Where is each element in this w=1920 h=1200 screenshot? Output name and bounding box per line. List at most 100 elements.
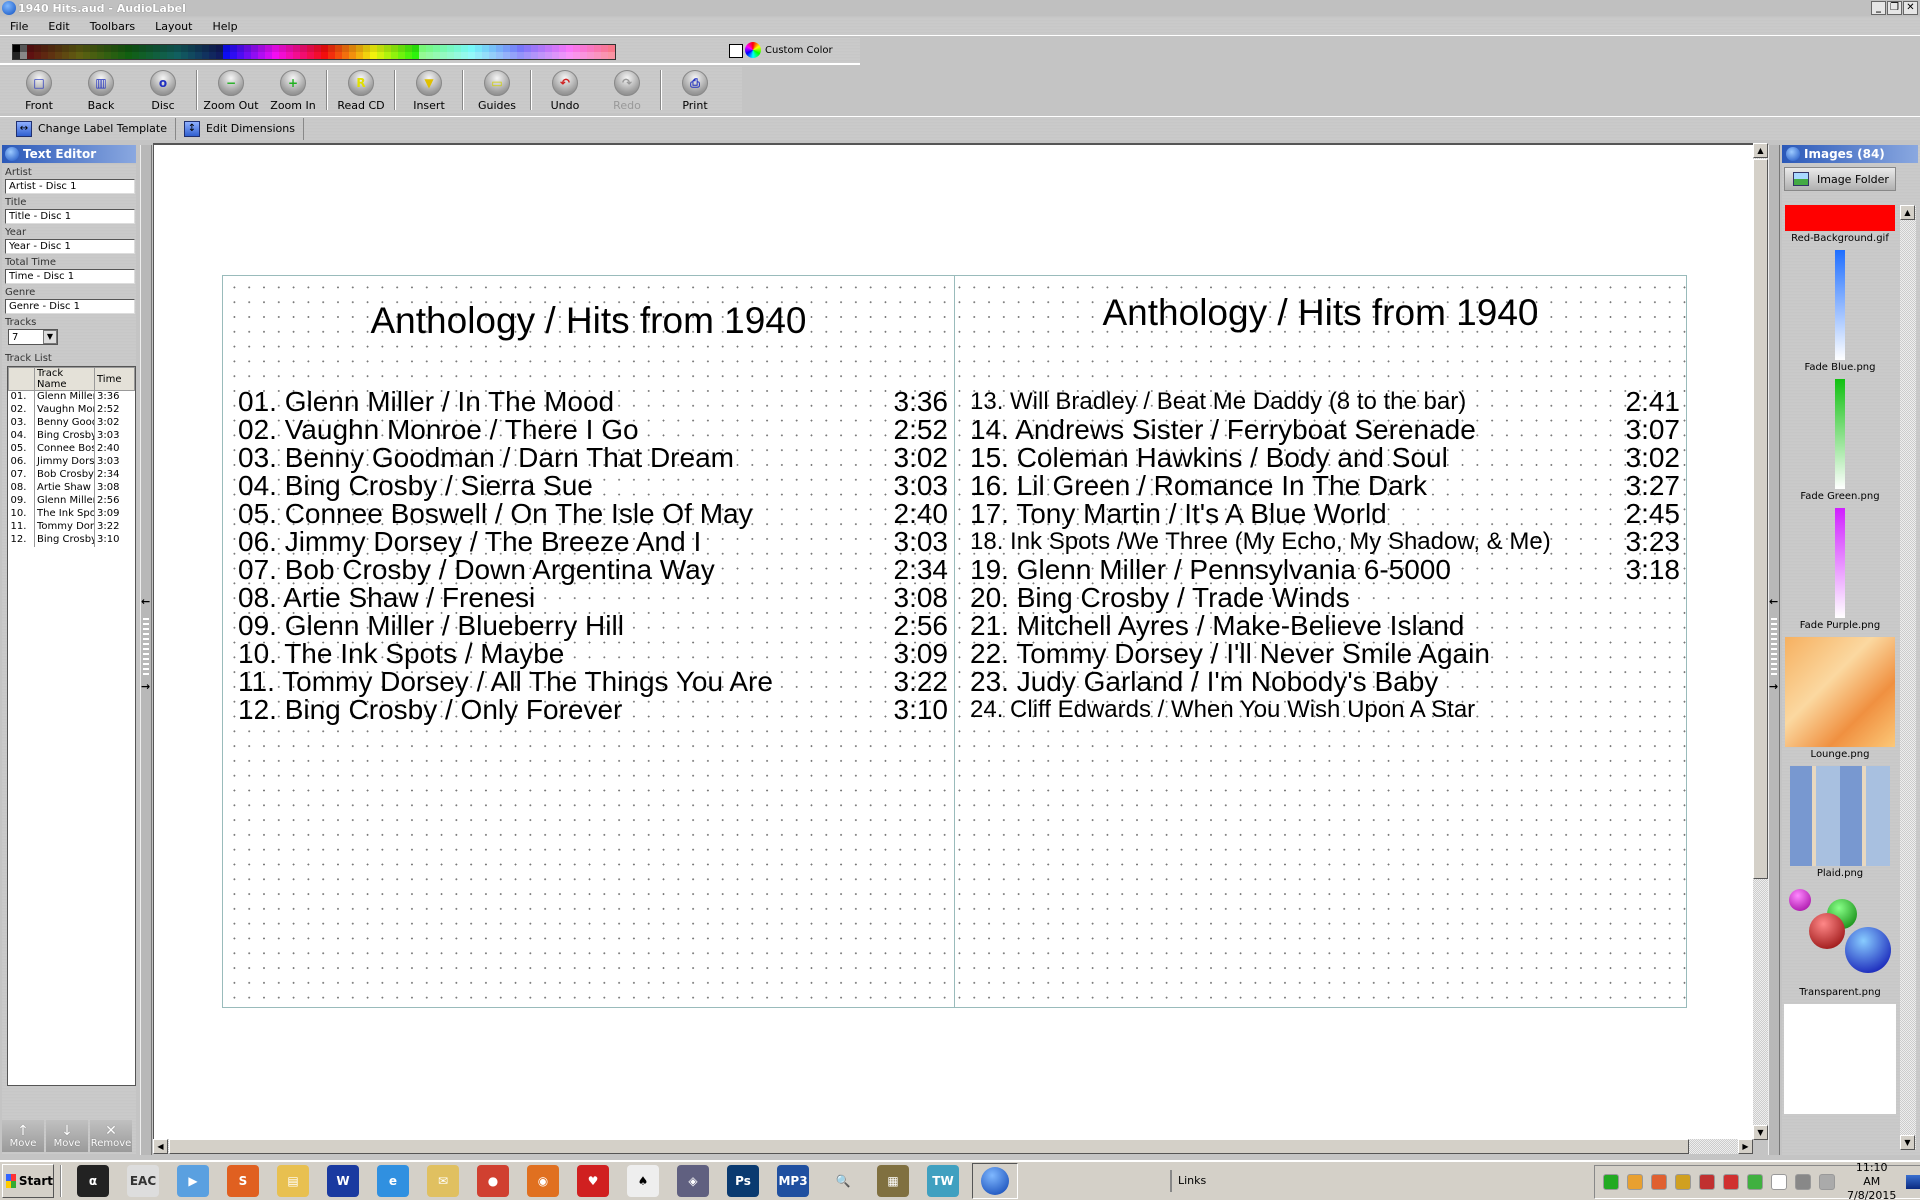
color-swatch[interactable] <box>202 52 209 59</box>
color-swatch[interactable] <box>223 45 230 52</box>
remove-button[interactable]: ✕ Remove <box>90 1120 132 1152</box>
color-swatch[interactable] <box>608 45 615 52</box>
color-swatch[interactable] <box>125 52 132 59</box>
color-swatch[interactable] <box>209 52 216 59</box>
color-swatch[interactable] <box>300 45 307 52</box>
column-header-time[interactable]: Time <box>94 367 135 391</box>
color-swatch[interactable] <box>356 45 363 52</box>
label-left-panel[interactable]: Anthology / Hits from 1940 01. Glenn Mil… <box>223 276 954 1007</box>
color-swatch[interactable] <box>489 45 496 52</box>
color-swatch[interactable] <box>237 45 244 52</box>
mp3-wav-icon[interactable]: MP3 <box>777 1165 809 1197</box>
horizontal-scrollbar[interactable]: ◀ ▶ <box>153 1139 1753 1154</box>
color-swatch[interactable] <box>531 45 538 52</box>
cd-label-back[interactable]: Anthology / Hits from 1940 01. Glenn Mil… <box>222 275 1687 1008</box>
color-swatch[interactable] <box>608 52 615 59</box>
label-track-line[interactable]: 12. Bing Crosby / Only Forever 3:10 <box>238 693 948 727</box>
undo-button[interactable]: ↶ Undo <box>534 67 596 113</box>
title-input[interactable]: Title - Disc 1 <box>5 209 135 224</box>
color-swatch[interactable] <box>118 52 125 59</box>
color-swatch[interactable] <box>314 52 321 59</box>
zoom-out-button[interactable]: − Zoom Out <box>200 67 262 113</box>
color-swatch[interactable] <box>27 52 34 59</box>
zoom-in-button[interactable]: + Zoom In <box>262 67 324 113</box>
start-button[interactable]: Start <box>2 1164 54 1198</box>
color-swatch[interactable] <box>356 52 363 59</box>
image-item-fade-green[interactable]: Fade Green.png <box>1784 379 1896 508</box>
color-swatch[interactable] <box>475 52 482 59</box>
color-swatch[interactable] <box>321 45 328 52</box>
color-swatch[interactable] <box>503 52 510 59</box>
fox-icon[interactable] <box>1723 1174 1739 1190</box>
color-swatch[interactable] <box>342 45 349 52</box>
guides-button[interactable]: ▭ Guides <box>466 67 528 113</box>
color-swatch[interactable] <box>55 45 62 52</box>
color-swatch[interactable] <box>496 52 503 59</box>
color-swatch[interactable] <box>90 52 97 59</box>
color-swatch[interactable] <box>440 52 447 59</box>
arrow-right-icon[interactable]: → <box>141 680 150 693</box>
color-swatch[interactable] <box>286 45 293 52</box>
color-swatch[interactable] <box>335 52 342 59</box>
media-player-icon[interactable]: ▶ <box>177 1165 209 1197</box>
color-swatch[interactable] <box>48 45 55 52</box>
color-swatch[interactable] <box>321 52 328 59</box>
color-swatch[interactable] <box>167 45 174 52</box>
color-swatch[interactable] <box>132 52 139 59</box>
color-swatch[interactable] <box>251 52 258 59</box>
color-swatch[interactable] <box>419 45 426 52</box>
house-x-icon[interactable] <box>1699 1174 1715 1190</box>
color-swatch[interactable] <box>146 45 153 52</box>
custom-color-button[interactable]: Custom Color <box>729 42 833 58</box>
color-swatch[interactable] <box>34 45 41 52</box>
label-title-left[interactable]: Anthology / Hits from 1940 <box>223 300 954 342</box>
color-swatch[interactable] <box>300 52 307 59</box>
color-swatch[interactable] <box>195 45 202 52</box>
column-header-number[interactable] <box>8 367 35 391</box>
color-swatch[interactable] <box>538 45 545 52</box>
color-swatch[interactable] <box>216 45 223 52</box>
label-canvas[interactable]: Anthology / Hits from 1940 01. Glenn Mil… <box>153 143 1753 1143</box>
color-swatch[interactable] <box>384 52 391 59</box>
close-button[interactable]: ✕ <box>1903 1 1918 15</box>
color-swatch[interactable] <box>363 52 370 59</box>
color-swatch[interactable] <box>510 45 517 52</box>
color-palette[interactable] <box>12 44 616 60</box>
insert-button[interactable]: ▼ Insert <box>398 67 460 113</box>
color-swatch[interactable] <box>566 52 573 59</box>
color-swatch[interactable] <box>118 45 125 52</box>
color-swatch[interactable] <box>370 52 377 59</box>
firefox-icon[interactable]: ◉ <box>527 1165 559 1197</box>
color-swatch[interactable] <box>83 45 90 52</box>
color-swatch[interactable] <box>587 52 594 59</box>
color-swatch[interactable] <box>426 52 433 59</box>
clock[interactable]: 11:10 AM 7/8/2015 <box>1847 1161 1896 1200</box>
volume-tray-icon[interactable] <box>1651 1174 1667 1190</box>
color-swatch[interactable] <box>447 45 454 52</box>
track-list-row[interactable]: 12. Bing Crosby 3:10 <box>9 533 135 547</box>
color-swatch[interactable] <box>440 45 447 52</box>
right-splitter[interactable]: ← → <box>1768 145 1780 1155</box>
color-swatch[interactable] <box>48 52 55 59</box>
color-swatch[interactable] <box>412 52 419 59</box>
image-item-transparent[interactable]: Transparent.png <box>1784 885 1896 1004</box>
color-swatch[interactable] <box>69 52 76 59</box>
total-time-input[interactable]: Time - Disc 1 <box>5 269 135 284</box>
color-swatch[interactable] <box>573 45 580 52</box>
color-swatch[interactable] <box>307 52 314 59</box>
color-swatch[interactable] <box>279 45 286 52</box>
scroll-up-arrow[interactable]: ▲ <box>1900 205 1915 220</box>
flag-icon[interactable] <box>1771 1174 1787 1190</box>
color-swatch[interactable] <box>293 45 300 52</box>
color-swatch[interactable] <box>412 45 419 52</box>
hearts-icon[interactable]: ♥ <box>577 1165 609 1197</box>
color-swatch[interactable] <box>202 45 209 52</box>
scroll-down-arrow[interactable]: ▼ <box>1753 1125 1768 1140</box>
color-swatch[interactable] <box>181 45 188 52</box>
color-swatch[interactable] <box>566 45 573 52</box>
color-swatch[interactable] <box>559 52 566 59</box>
image-item-plaid[interactable]: Plaid.png <box>1784 766 1896 885</box>
color-swatch[interactable] <box>244 52 251 59</box>
color-swatch[interactable] <box>34 52 41 59</box>
color-swatch[interactable] <box>153 45 160 52</box>
